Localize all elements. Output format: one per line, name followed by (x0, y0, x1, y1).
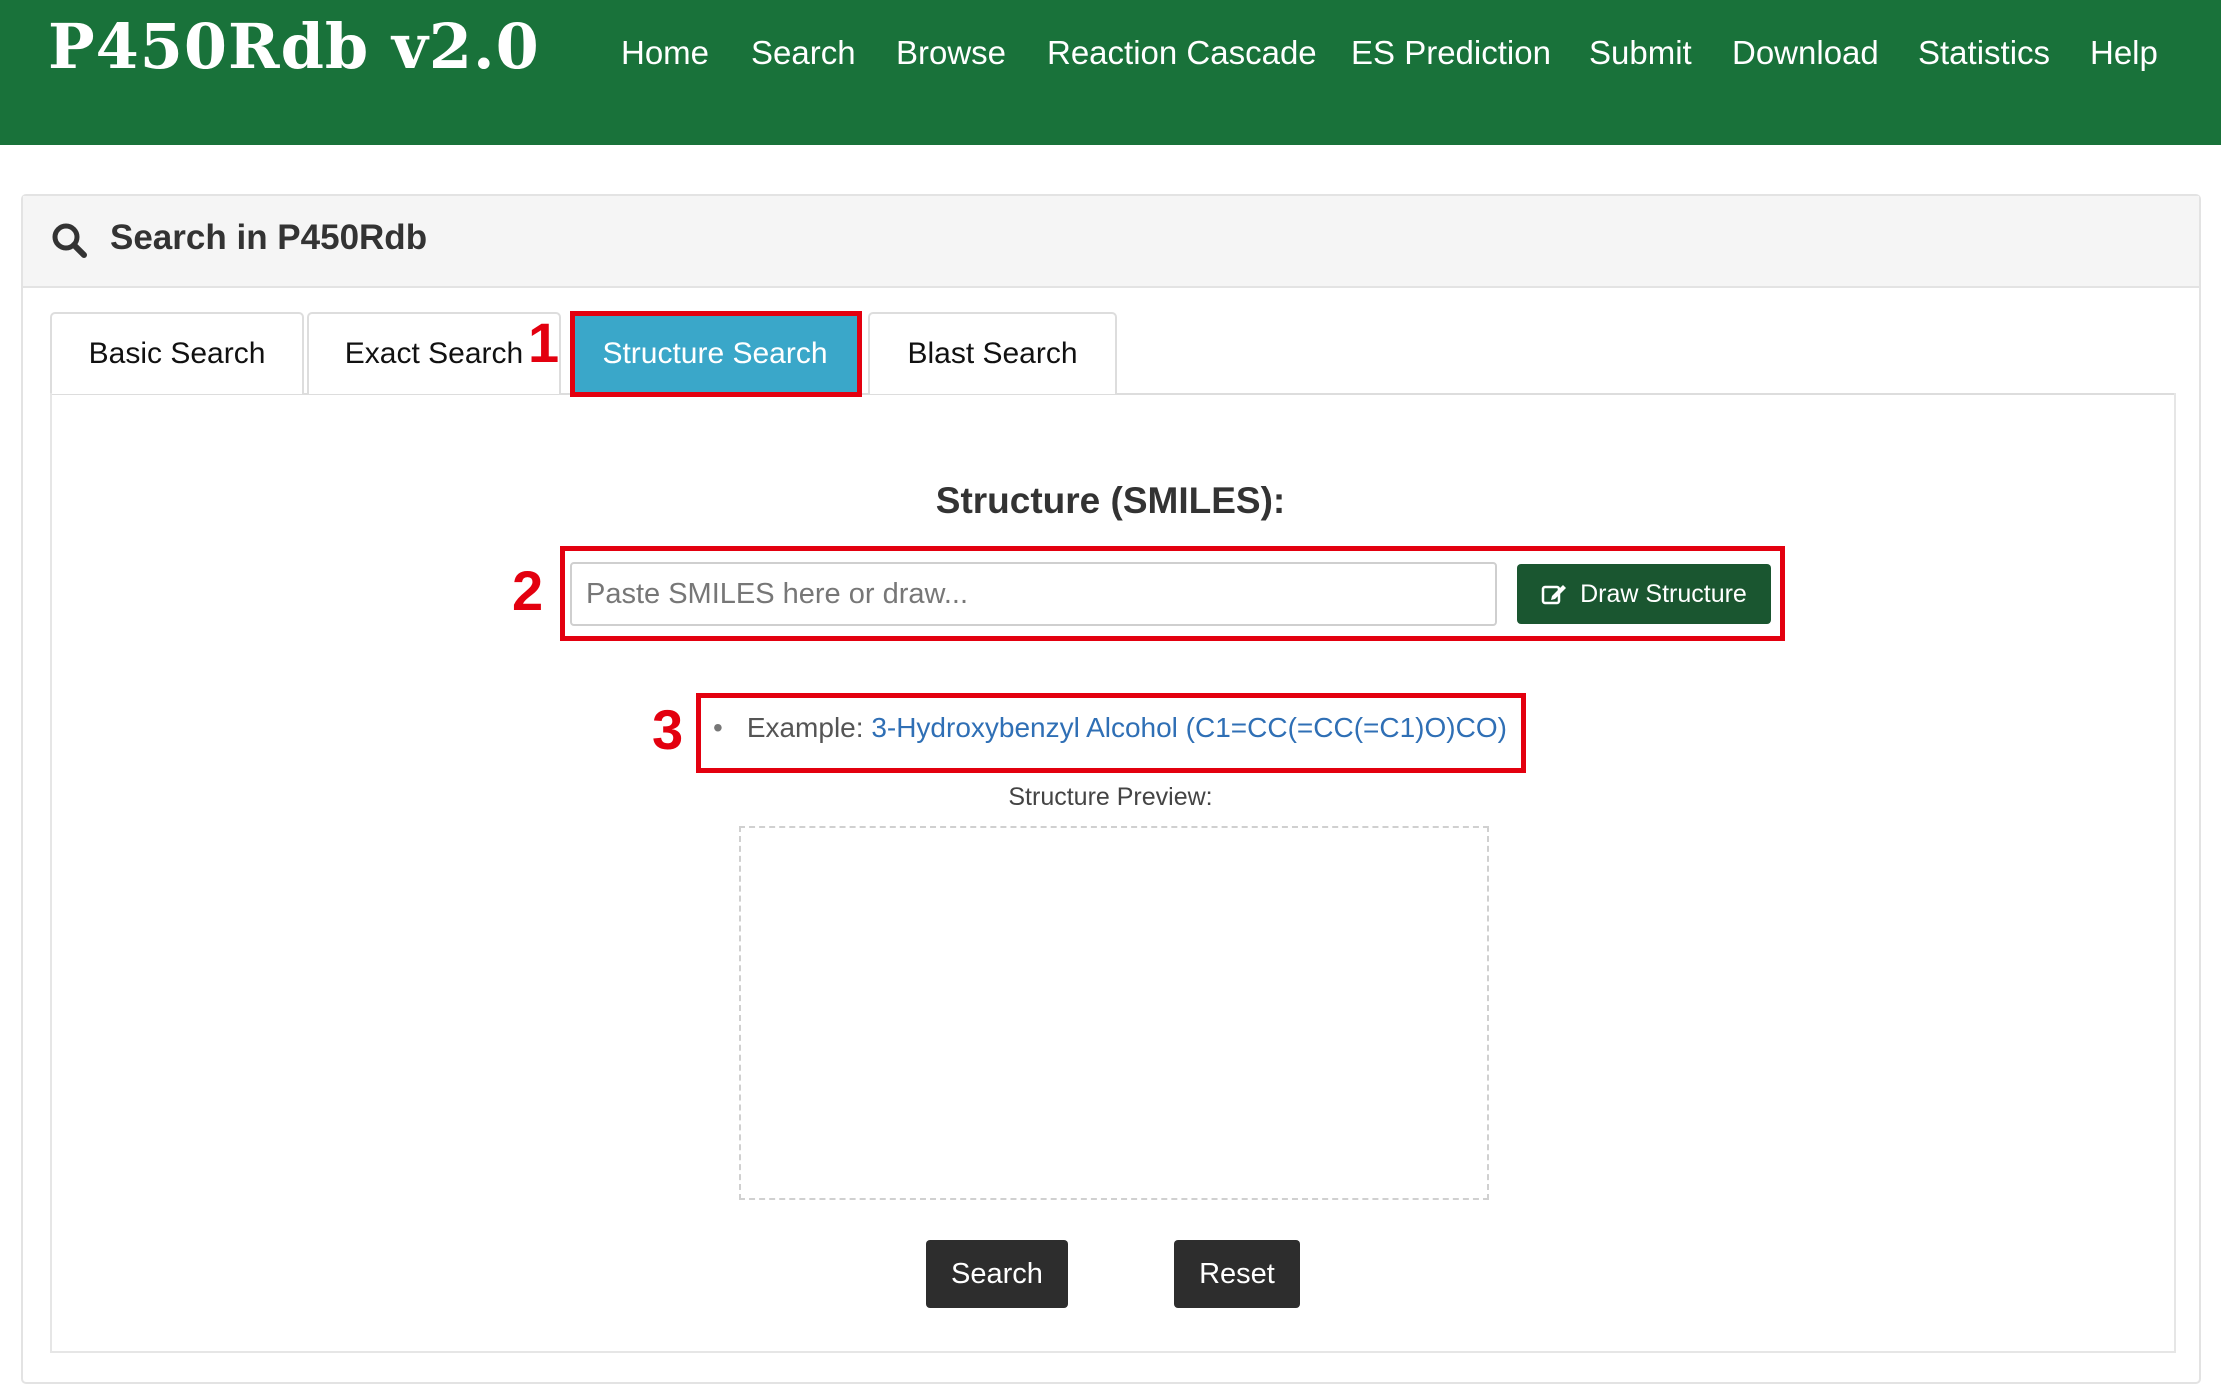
reset-button[interactable]: Reset (1174, 1240, 1300, 1308)
tab-exact-search[interactable]: Exact Search (307, 312, 561, 394)
nav-home[interactable]: Home (621, 34, 709, 72)
annotation-box-2 (560, 546, 1785, 641)
nav-submit[interactable]: Submit (1589, 34, 1692, 72)
annotation-box-1 (570, 311, 862, 397)
nav-download[interactable]: Download (1732, 34, 1879, 72)
annotation-number-2: 2 (512, 559, 544, 622)
nav-reaction-cascade[interactable]: Reaction Cascade (1047, 34, 1317, 72)
tab-basic-search[interactable]: Basic Search (50, 312, 304, 394)
panel-title: Search in P450Rdb (110, 218, 428, 257)
search-icon (51, 222, 87, 263)
structure-label: Structure (SMILES): (935, 480, 1286, 521)
nav-es-prediction[interactable]: ES Prediction (1351, 34, 1551, 72)
panel-header: Search in P450Rdb (23, 196, 2199, 288)
annotation-number-3: 3 (652, 698, 684, 761)
structure-preview-label: Structure Preview: (1008, 783, 1213, 811)
top-navbar: P450Rdb v2.0 Home Search Browse Reaction… (0, 0, 2221, 145)
nav-browse[interactable]: Browse (896, 34, 1006, 72)
annotation-box-3 (696, 693, 1526, 773)
search-button[interactable]: Search (926, 1240, 1068, 1308)
annotation-number-1: 1 (528, 311, 560, 374)
brand-logo[interactable]: P450Rdb v2.0 (48, 10, 540, 83)
nav-help[interactable]: Help (2090, 34, 2158, 72)
structure-preview-box (739, 826, 1489, 1200)
nav-search[interactable]: Search (751, 34, 856, 72)
tab-blast-search[interactable]: Blast Search (868, 312, 1117, 394)
nav-statistics[interactable]: Statistics (1918, 34, 2050, 72)
